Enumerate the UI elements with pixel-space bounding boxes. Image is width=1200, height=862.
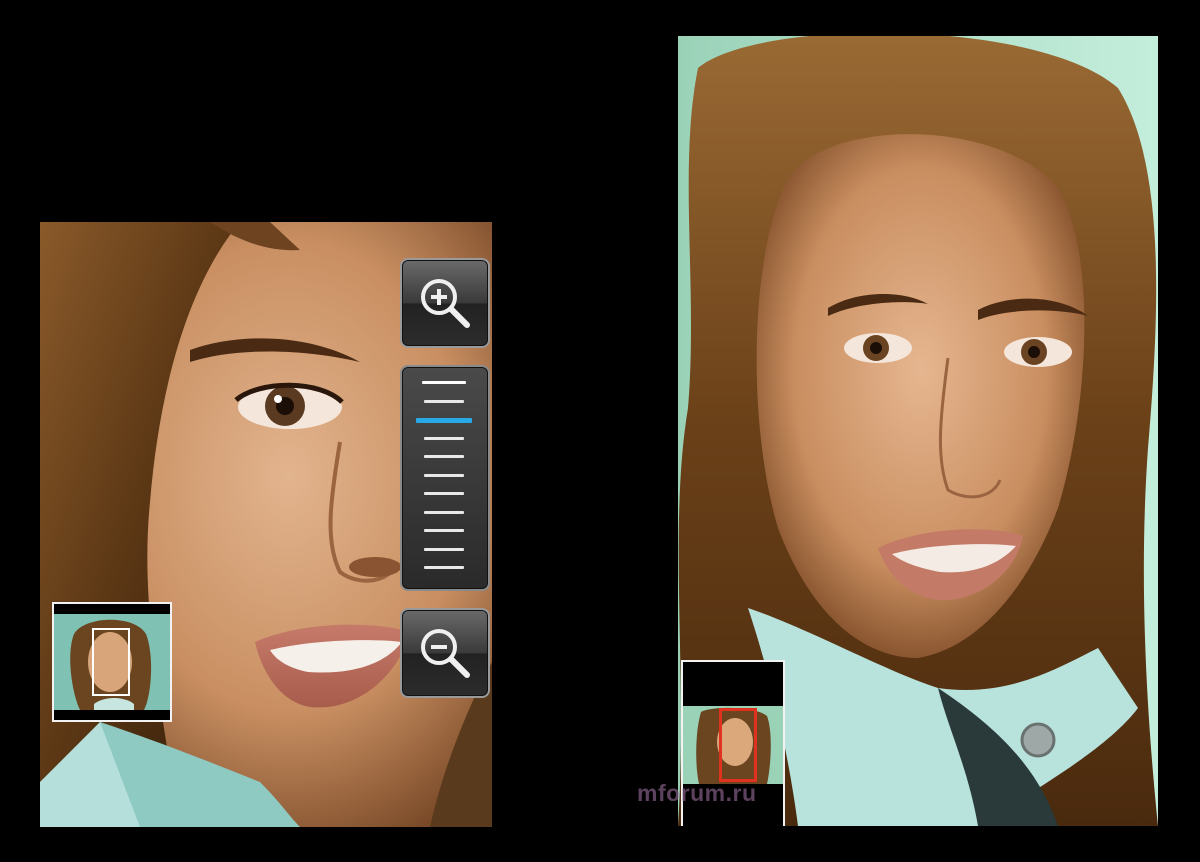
zoom-slider-tick	[424, 455, 464, 458]
photo-navigator-thumbnail[interactable]	[52, 602, 172, 722]
zoom-slider-tick	[424, 566, 464, 569]
photo-viewer-zoomed[interactable]	[40, 222, 492, 827]
zoom-slider-tick	[424, 436, 464, 440]
photo-viewer-full[interactable]	[678, 28, 1158, 826]
watermark: mforum.ru	[637, 780, 757, 806]
zoom-out-magnifier-icon	[421, 629, 470, 678]
zoom-slider-tick	[424, 529, 464, 532]
zoom-slider-tick	[424, 510, 464, 514]
zoom-in-button[interactable]	[400, 258, 490, 348]
zoom-out-button[interactable]	[400, 608, 490, 698]
zoom-in-magnifier-icon	[421, 279, 470, 328]
zoom-level-slider[interactable]	[400, 365, 490, 591]
navigator-viewport-frame[interactable]	[719, 708, 757, 782]
zoom-slider-tick	[424, 399, 464, 403]
navigator-viewport-frame[interactable]	[92, 628, 130, 696]
zoom-slider-tick	[422, 381, 466, 384]
zoom-slider-tick	[424, 547, 464, 551]
zoom-slider-tick	[424, 473, 464, 477]
zoom-slider-thumb[interactable]	[416, 418, 472, 423]
zoom-slider-tick	[424, 492, 464, 495]
